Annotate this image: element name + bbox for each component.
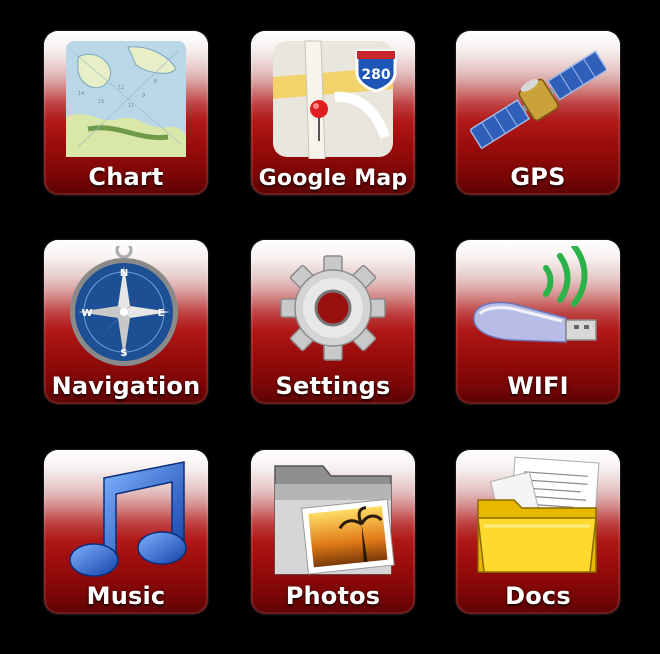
google-map-label: Google Map (258, 166, 408, 191)
navigation-label: Navigation (51, 372, 201, 400)
google-map-tile[interactable]: 280 Google Map (251, 31, 415, 195)
navigation-tile[interactable]: N E S W Navigation (44, 240, 208, 404)
svg-text:12: 12 (118, 85, 124, 91)
gear-icon (280, 255, 386, 361)
chart-tile[interactable]: 12 9 15 8 11 14 Chart (44, 31, 208, 195)
svg-text:8: 8 (154, 79, 157, 85)
compass-n: N (120, 268, 128, 279)
compass-w: W (81, 308, 92, 319)
document-folder-icon (477, 456, 600, 573)
usb-wifi-icon (473, 246, 597, 343)
docs-label: Docs (505, 582, 571, 610)
photos-label: Photos (285, 582, 381, 610)
wifi-label: WIFI (507, 372, 569, 400)
map-pin-icon: 280 (273, 40, 397, 159)
settings-tile[interactable]: Settings (251, 240, 415, 404)
svg-text:14: 14 (78, 91, 84, 97)
music-note-icon (69, 461, 187, 577)
route-badge: 280 (361, 67, 390, 83)
compass-e: E (158, 308, 165, 319)
svg-text:9: 9 (142, 93, 145, 99)
gps-label: GPS (510, 163, 566, 191)
photos-tile[interactable]: Photos (251, 450, 415, 614)
satellite-icon (470, 50, 606, 150)
photo-folder-icon (274, 465, 395, 575)
music-tile[interactable]: Music (44, 450, 208, 614)
music-label: Music (86, 582, 166, 610)
svg-text:15: 15 (98, 99, 104, 105)
nautical-chart-icon: 12 9 15 8 11 14 (66, 41, 186, 157)
docs-tile[interactable]: Docs (456, 450, 620, 614)
app-launcher-grid: 12 9 15 8 11 14 Chart 280 Google Map GPS… (0, 0, 660, 654)
compass-icon: N E S W (70, 246, 178, 366)
settings-label: Settings (275, 372, 391, 400)
chart-label: Chart (88, 163, 164, 191)
svg-text:11: 11 (128, 103, 134, 109)
compass-s: S (120, 348, 127, 359)
wifi-tile[interactable]: WIFI (456, 240, 620, 404)
gps-tile[interactable]: GPS (456, 31, 620, 195)
